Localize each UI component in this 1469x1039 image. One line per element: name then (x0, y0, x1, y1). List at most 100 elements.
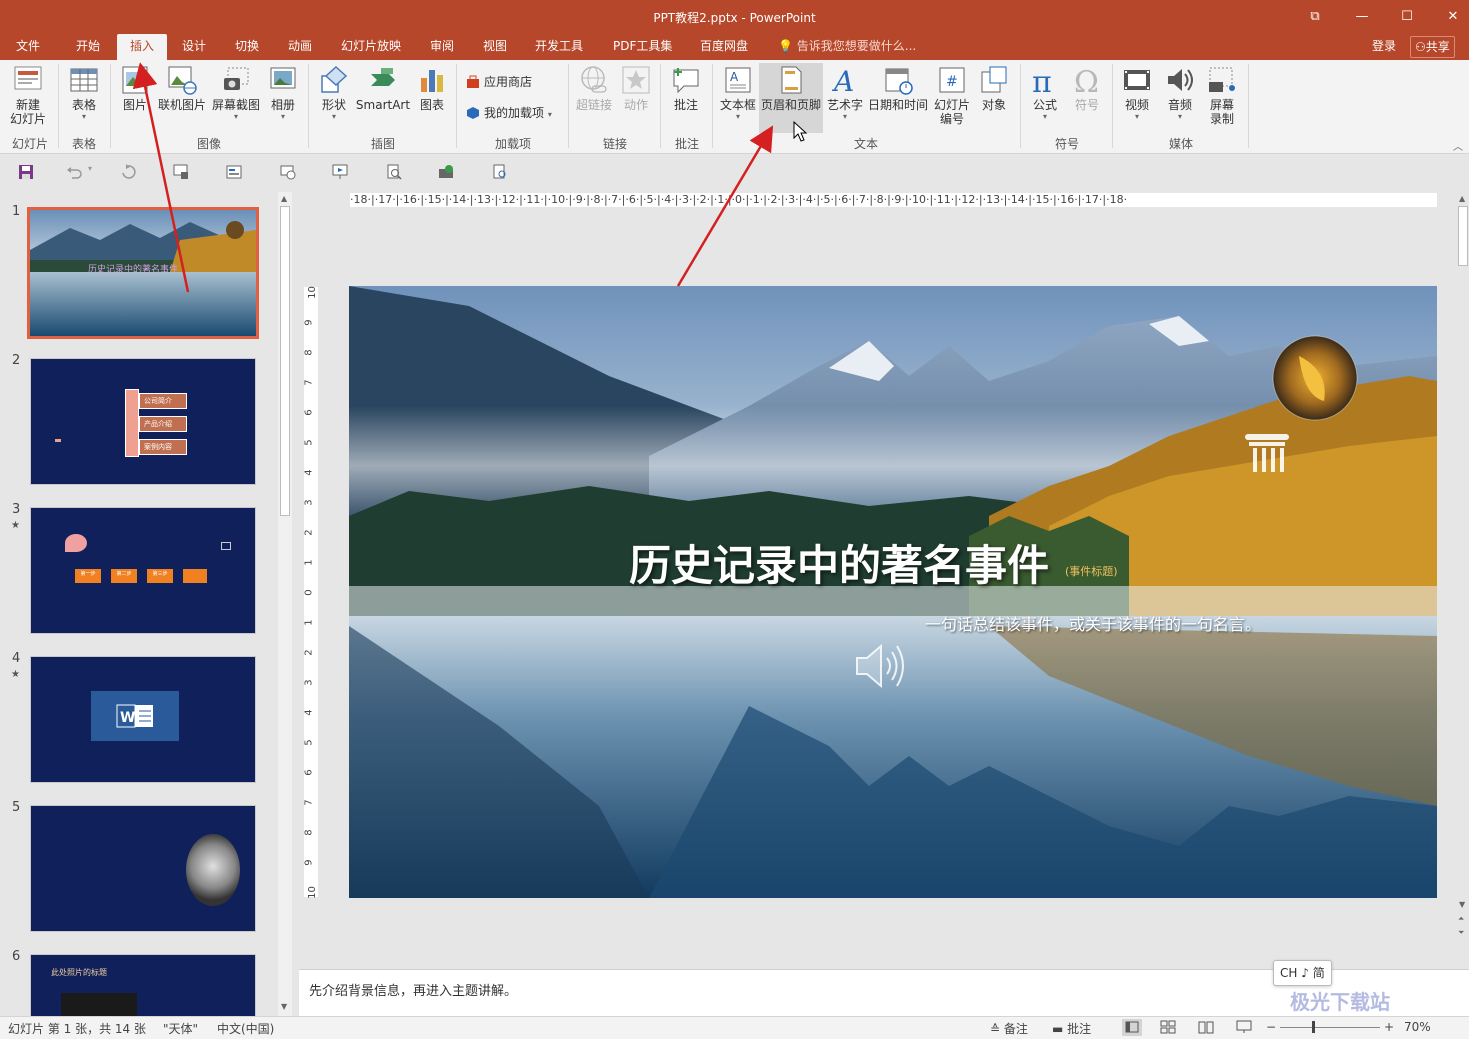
textbox-icon: A (722, 64, 754, 96)
shapes-button[interactable]: 形状 ▾ (314, 64, 354, 122)
thumbnail-slide-6[interactable]: 此处照片的标题 (30, 954, 256, 1016)
maximize-button[interactable]: ☐ (1392, 6, 1422, 28)
slideshow-view-button[interactable] (1236, 1020, 1252, 1037)
picture-button[interactable]: 图片 (117, 64, 153, 112)
close-button[interactable]: ✕ (1438, 6, 1468, 28)
comments-toggle-button[interactable]: ▬ 批注 (1052, 1020, 1091, 1037)
zoom-in-button[interactable]: + (1384, 1020, 1394, 1034)
language-status[interactable]: 中文(中国) (217, 1020, 274, 1037)
thumbnail-slide-5[interactable] (30, 805, 256, 932)
video-button[interactable]: 视频 ▾ (1118, 64, 1156, 122)
smartart-button[interactable]: SmartArt (355, 64, 411, 112)
vertical-ruler: 10 9 8 7 6 5 4 3 2 1 0 1 2 3 4 5 6 7 8 9 10 (304, 286, 318, 899)
textbox-button[interactable]: A 文本框 ▾ (717, 64, 759, 122)
svg-text:W: W (120, 710, 135, 726)
zoom-slider-handle[interactable] (1312, 1021, 1315, 1033)
action-button[interactable]: 动作 (618, 64, 654, 112)
new-slide-icon (12, 64, 44, 96)
photo-album-button[interactable]: 相册 ▾ (264, 64, 302, 122)
screenshot-button[interactable]: 屏幕截图 ▾ (210, 64, 262, 122)
redo-icon[interactable] (120, 164, 136, 180)
thumbnail-slide-4[interactable]: W (30, 656, 256, 783)
slide-number-button[interactable]: # 幻灯片 编号 (930, 64, 974, 126)
my-addins-button[interactable]: 我的加载项 ▾ (464, 103, 552, 123)
chevron-down-icon[interactable]: ▾ (88, 164, 92, 173)
chevron-down-icon: ▾ (1177, 112, 1182, 121)
document-search-icon[interactable] (492, 164, 508, 180)
store-button[interactable]: 应用商店 (464, 72, 532, 92)
tab-developer[interactable]: 开发工具 (531, 34, 587, 60)
minimize-button[interactable]: — (1347, 6, 1377, 28)
slide-canvas[interactable]: 历史记录中的著名事件 (事件标题) 一句话总结该事件，或关于该事件的一句名言。 (349, 286, 1437, 898)
equation-button[interactable]: π 公式 ▾ (1026, 64, 1064, 122)
scrollbar-thumb[interactable] (280, 206, 290, 516)
tab-design[interactable]: 设计 (178, 34, 210, 60)
tab-review[interactable]: 审阅 (426, 34, 458, 60)
wordart-button[interactable]: A 艺术字 ▾ (825, 64, 865, 122)
header-footer-button[interactable]: 页眉和页脚 (759, 63, 823, 133)
notes-toggle-button[interactable]: ≙ 备注 (990, 1020, 1028, 1037)
normal-view-button[interactable] (1122, 1019, 1142, 1036)
next-slide-icon[interactable]: ⏷ (1458, 928, 1464, 938)
store-icon (466, 75, 480, 89)
print-preview-icon[interactable] (386, 164, 402, 180)
login-link[interactable]: 登录 (1372, 34, 1396, 58)
screen-recording-button[interactable]: 屏幕 录制 (1202, 64, 1242, 126)
editor-scrollbar[interactable]: ▲ ▼ ⏶ ⏷ (1457, 192, 1469, 948)
publish-icon[interactable] (438, 164, 454, 180)
present-icon[interactable] (280, 164, 296, 180)
reading-view-button[interactable] (1198, 1020, 1214, 1037)
date-time-button[interactable]: 日期和时间 (866, 64, 930, 112)
scroll-up-icon[interactable]: ▲ (1459, 194, 1465, 203)
chart-button[interactable]: 图表 (414, 64, 450, 112)
zoom-out-button[interactable]: − (1266, 1020, 1276, 1034)
scroll-down-icon[interactable]: ▼ (1459, 900, 1465, 909)
comment-button[interactable]: 批注 (666, 64, 706, 112)
new-slide-button[interactable]: 新建 幻灯片 (4, 64, 52, 126)
tab-home[interactable]: 开始 (72, 34, 104, 60)
tab-insert[interactable]: 插入 (117, 34, 167, 60)
scrollbar-thumb[interactable] (1458, 206, 1468, 266)
slide-title[interactable]: 历史记录中的著名事件 (629, 532, 1049, 593)
share-button[interactable]: ⚇共享 (1410, 36, 1455, 58)
tab-view[interactable]: 视图 (479, 34, 511, 60)
from-beginning-icon[interactable] (173, 164, 189, 180)
ribbon-display-options-button[interactable]: ⧉ (1300, 6, 1330, 28)
tab-transitions[interactable]: 切换 (231, 34, 263, 60)
online-picture-button[interactable]: 联机图片 (156, 64, 208, 112)
tab-pdf-tools[interactable]: PDF工具集 (609, 34, 676, 60)
symbol-button[interactable]: Ω 符号 (1068, 64, 1106, 112)
scroll-up-icon[interactable]: ▲ (281, 194, 287, 203)
tab-baidu-netdisk[interactable]: 百度网盘 (696, 34, 752, 60)
tab-file[interactable]: 文件 (12, 34, 44, 60)
title-bar: PPT教程2.pptx - PowerPoint ⧉ — ☐ ✕ (0, 0, 1469, 34)
scroll-down-icon[interactable]: ▼ (281, 1002, 287, 1011)
thumbnail-slide-2[interactable]: 公司简介 产品介绍 案例内容 (30, 358, 256, 485)
table-button[interactable]: 表格 ▾ (64, 64, 104, 122)
slideshow-icon[interactable] (332, 164, 348, 180)
slide-subtitle[interactable]: 一句话总结该事件，或关于该事件的一句名言。 (925, 611, 1261, 635)
collapse-ribbon-icon[interactable]: ︿ (1453, 138, 1463, 153)
notes-text[interactable]: 先介绍背景信息，再进入主题讲解。 (309, 980, 517, 999)
ime-indicator[interactable]: CH ♪ 简 (1273, 960, 1332, 986)
save-icon[interactable] (18, 164, 34, 180)
tab-slideshow[interactable]: 幻灯片放映 (337, 34, 405, 60)
chevron-down-icon: ▾ (280, 112, 285, 121)
slide-title-tag[interactable]: (事件标题) (1065, 563, 1118, 579)
zoom-slider[interactable] (1280, 1027, 1380, 1028)
thumbnail-slide-1[interactable]: 历史记录中的著名事件 (27, 207, 259, 339)
group-separator (110, 64, 111, 148)
previous-slide-icon[interactable]: ⏶ (1458, 914, 1464, 924)
slide-sorter-button[interactable] (1160, 1020, 1176, 1037)
group-separator (1112, 64, 1113, 148)
thumbnails-scrollbar[interactable]: ▲ ▼ (278, 192, 292, 1016)
audio-button[interactable]: 音频 ▾ (1160, 64, 1200, 122)
object-button[interactable]: 对象 (976, 64, 1012, 112)
thumbnail-slide-3[interactable]: 第一步 第二步 第三步 (30, 507, 256, 634)
hyperlink-button[interactable]: 超链接 (574, 64, 614, 112)
undo-icon[interactable] (66, 164, 82, 180)
zoom-level[interactable]: 70% (1404, 1020, 1431, 1034)
layout-icon[interactable] (226, 164, 242, 180)
tab-animations[interactable]: 动画 (284, 34, 316, 60)
tell-me-box[interactable]: 💡 告诉我您想要做什么... (778, 34, 916, 60)
